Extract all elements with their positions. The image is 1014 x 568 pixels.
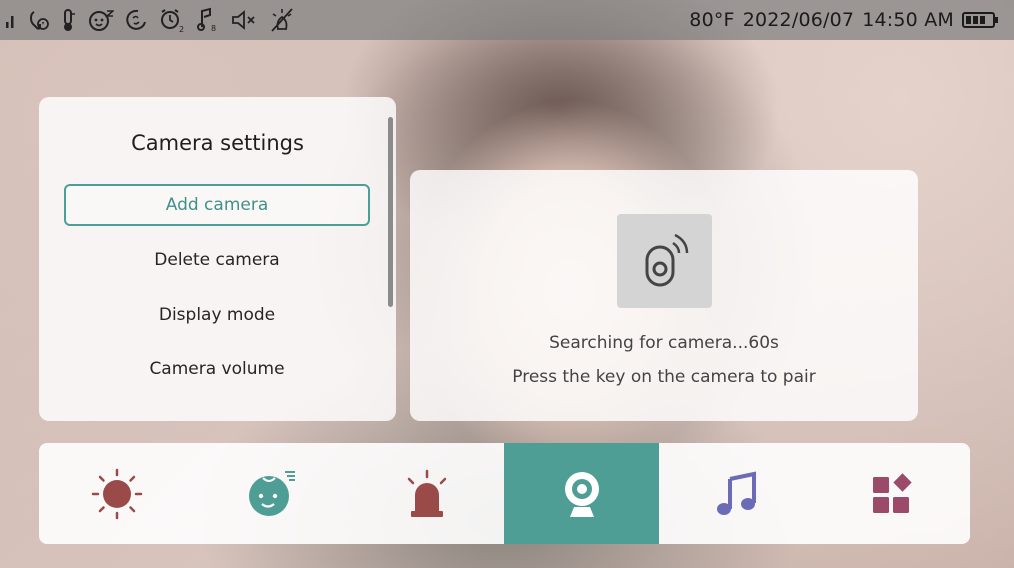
- lullaby-timer-icon: [126, 9, 146, 30]
- nav-apps[interactable]: [814, 443, 969, 544]
- alarm-light-icon: [407, 469, 446, 517]
- status-icons: 2 8: [4, 7, 296, 33]
- svg-text:8: 8: [211, 24, 216, 33]
- baby-face-icon: [89, 10, 114, 31]
- pairing-status-text: Searching for camera...60s: [549, 333, 779, 353]
- menu-item-camera-volume[interactable]: Camera volume: [64, 348, 370, 390]
- pairing-instruction-text: Press the key on the camera to pair: [512, 367, 816, 387]
- apps-icon: [872, 472, 912, 513]
- date-readout: 2022/06/07: [742, 9, 855, 31]
- signal-icon: [6, 16, 14, 28]
- baby-icon: [248, 470, 295, 516]
- camera-pairing-icon-box: [617, 214, 712, 308]
- time-readout: 14:50 AM: [862, 9, 954, 31]
- settings-title: Camera settings: [131, 131, 304, 155]
- night-light-off-icon: [271, 8, 293, 32]
- alarm-icon: 2: [161, 9, 184, 33]
- camera-pairing-icon: [645, 233, 688, 287]
- nav-baby[interactable]: [194, 443, 349, 544]
- svg-text:2: 2: [179, 25, 184, 33]
- nav-music[interactable]: [659, 443, 814, 544]
- menu-item-display-mode[interactable]: Display mode: [64, 294, 370, 336]
- temperature-alert-icon: [64, 9, 75, 31]
- nav-camera[interactable]: [504, 443, 659, 544]
- nav-alarm[interactable]: [349, 443, 504, 544]
- menu-item-delete-camera[interactable]: Delete camera: [64, 239, 370, 281]
- camera-pairing-card: Searching for camera...60s Press the key…: [410, 170, 918, 421]
- camera-icon: [564, 471, 599, 517]
- status-right: 80°F 2022/06/07 14:50 AM: [689, 9, 1000, 31]
- menu-item-add-camera[interactable]: Add camera: [64, 184, 370, 226]
- power-saving-icon: [30, 11, 49, 30]
- bottom-nav: [39, 443, 970, 544]
- music-icon: [716, 471, 756, 515]
- mute-icon: [232, 10, 255, 30]
- brightness-icon: [91, 468, 142, 519]
- battery-icon: [962, 12, 998, 28]
- status-bar: 2 8 80°F 2022/06/07 14:50 AM: [0, 0, 1014, 40]
- volume-sensitivity-icon: 8: [197, 7, 216, 33]
- nav-brightness[interactable]: [39, 443, 194, 544]
- temperature-readout: 80°F: [689, 9, 735, 31]
